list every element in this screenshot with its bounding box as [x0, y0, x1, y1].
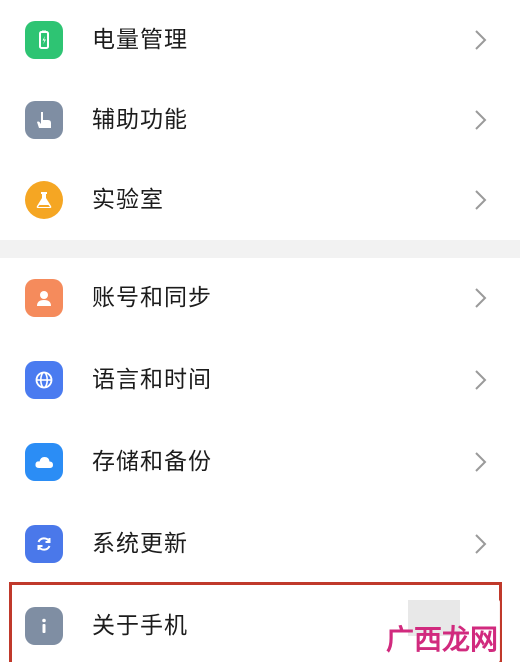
- chevron-right-icon: [474, 286, 488, 310]
- settings-item-label: 系统更新: [92, 531, 188, 557]
- settings-item-label: 辅助功能: [92, 107, 188, 133]
- flask-icon: [25, 181, 63, 219]
- settings-item-language-time[interactable]: 语言和时间: [0, 340, 520, 420]
- chevron-right-icon: [474, 450, 488, 474]
- settings-item-lab[interactable]: 实验室: [0, 160, 520, 240]
- section-divider: [0, 240, 520, 258]
- watermark-text: 广西龙网: [386, 623, 499, 656]
- settings-item-label: 电量管理: [92, 27, 188, 53]
- settings-item-label: 语言和时间: [92, 367, 212, 393]
- chevron-right-icon: [474, 368, 488, 392]
- battery-icon: [25, 21, 63, 59]
- refresh-icon: [25, 525, 63, 563]
- watermark: 广西龙网: [360, 600, 500, 662]
- settings-item-label: 存储和备份: [92, 449, 212, 475]
- settings-item-storage-backup[interactable]: 存储和备份: [0, 422, 520, 502]
- person-icon: [25, 279, 63, 317]
- settings-item-accessibility[interactable]: 辅助功能: [0, 80, 520, 160]
- chevron-right-icon: [474, 108, 488, 132]
- chevron-right-icon: [474, 188, 488, 212]
- chevron-right-icon: [474, 532, 488, 556]
- settings-item-system-update[interactable]: 系统更新: [0, 504, 520, 584]
- settings-item-battery[interactable]: 电量管理: [0, 0, 520, 80]
- chevron-right-icon: [474, 28, 488, 52]
- globe-icon: [25, 361, 63, 399]
- settings-item-label: 实验室: [92, 187, 164, 213]
- settings-item-account-sync[interactable]: 账号和同步: [0, 258, 520, 338]
- settings-item-label: 账号和同步: [92, 285, 212, 311]
- hand-pointer-icon: [25, 101, 63, 139]
- cloud-icon: [25, 443, 63, 481]
